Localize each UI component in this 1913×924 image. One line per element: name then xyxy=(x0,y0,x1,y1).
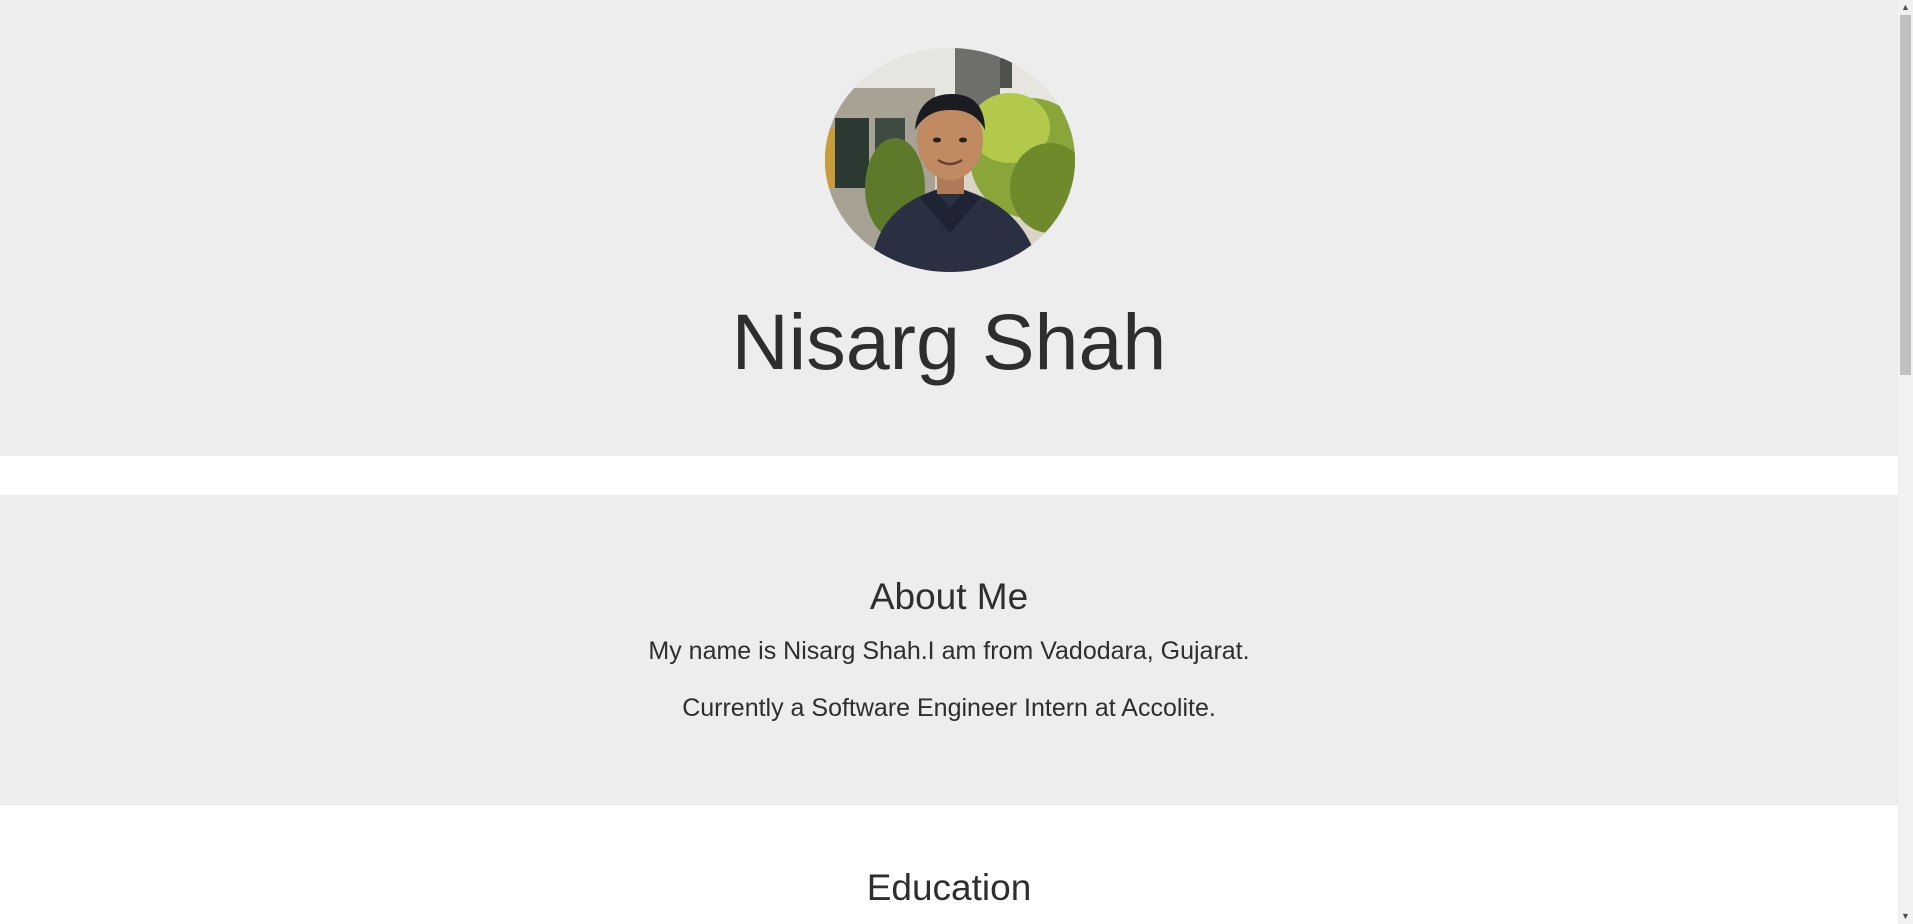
avatar-photo xyxy=(825,48,1075,272)
scroll-down-arrow-icon[interactable]: ▼ xyxy=(1898,909,1913,924)
education-heading: Education xyxy=(866,867,1032,908)
profile-avatar xyxy=(825,48,1075,272)
browser-viewport: Nisarg Shah About Me My name is Nisarg S… xyxy=(0,0,1913,924)
about-section: About Me My name is Nisarg Shah.I am fro… xyxy=(0,495,1898,805)
about-text-origin: My name is Nisarg Shah.I am from Vadodar… xyxy=(648,637,1250,665)
scroll-up-arrow-icon[interactable]: ▲ xyxy=(1898,0,1913,15)
scrollbar-thumb[interactable] xyxy=(1900,15,1911,375)
about-text-role: Currently a Software Engineer Intern at … xyxy=(682,694,1216,722)
profile-name: Nisarg Shah xyxy=(731,297,1167,386)
about-heading: About Me xyxy=(869,576,1029,617)
vertical-scrollbar[interactable]: ▲ ▼ xyxy=(1898,0,1913,924)
portfolio-page: Nisarg Shah About Me My name is Nisarg S… xyxy=(0,0,1898,924)
hero-section: Nisarg Shah xyxy=(0,0,1898,456)
